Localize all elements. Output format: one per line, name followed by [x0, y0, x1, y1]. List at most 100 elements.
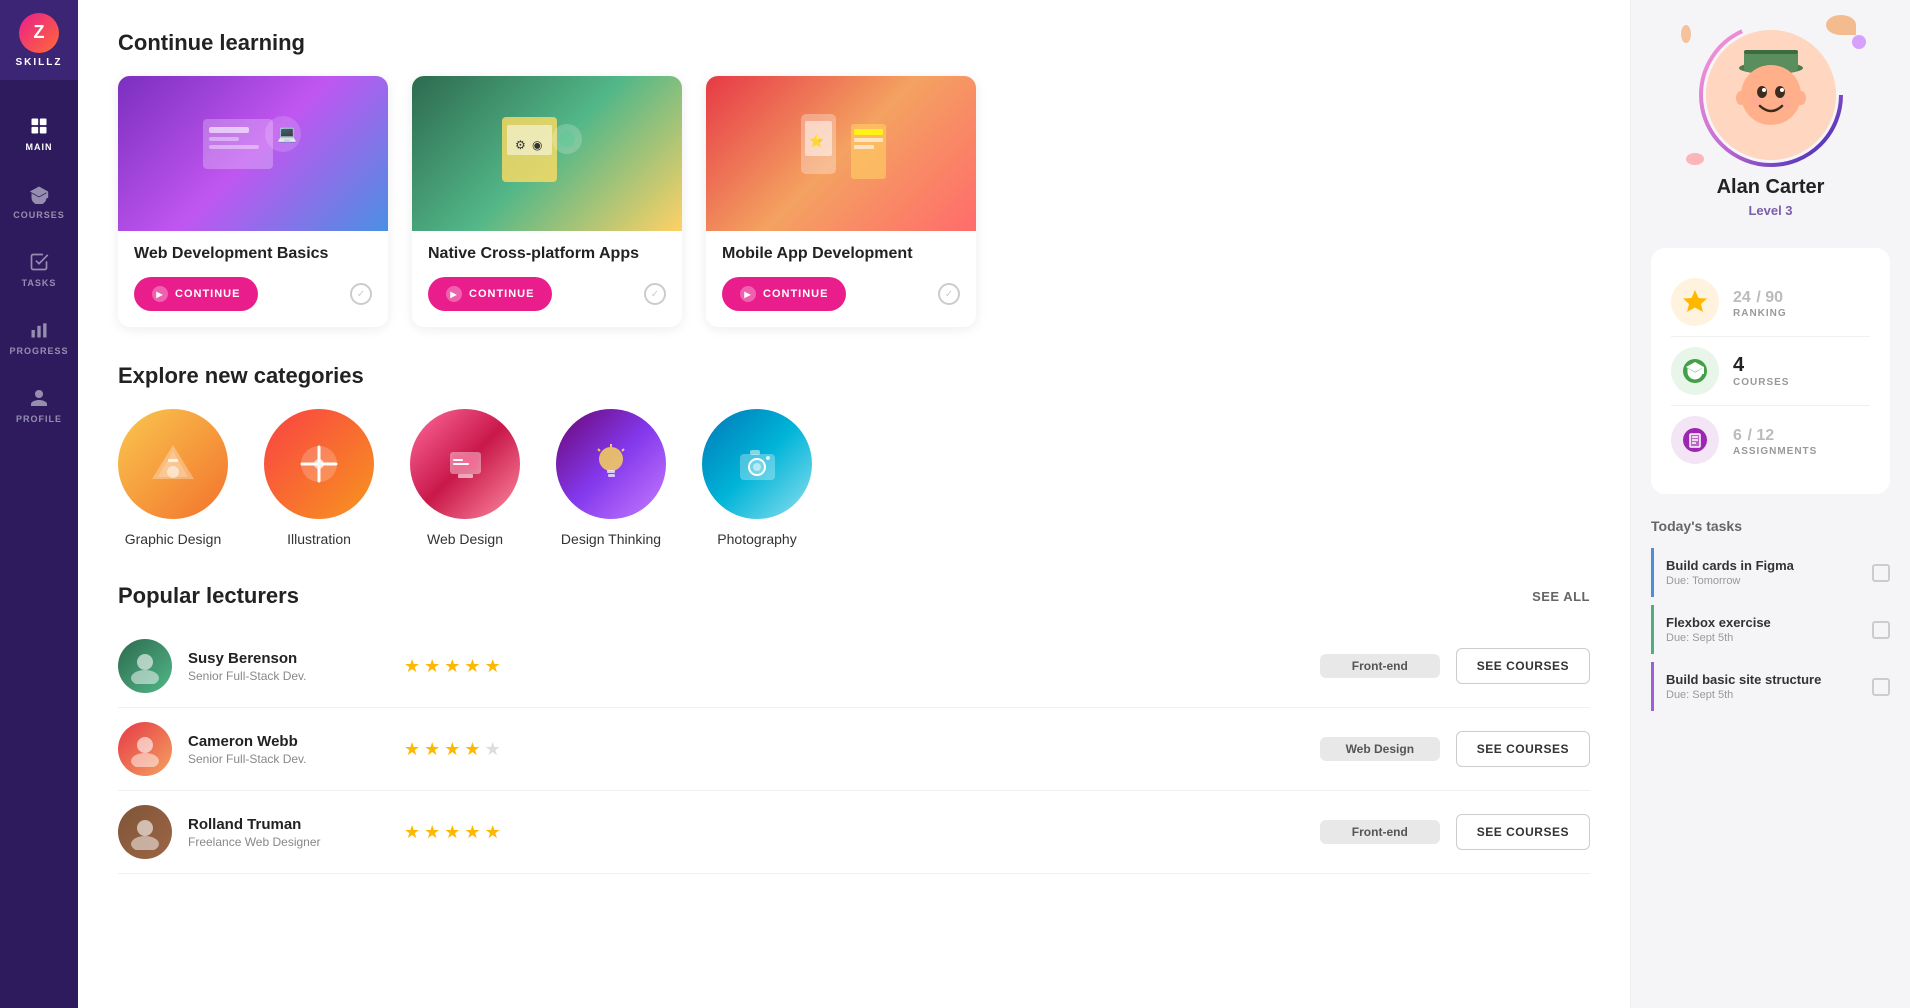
- task-name-3: Build basic site structure: [1666, 672, 1862, 687]
- see-courses-rolland[interactable]: SEE COURSES: [1456, 814, 1590, 850]
- courses-value: 4: [1733, 354, 1789, 377]
- lecturer-avatar-rolland: [118, 805, 172, 859]
- sidebar-item-profile-label: PROFILE: [16, 414, 62, 424]
- lecturers-header: Popular lecturers SEE ALL: [118, 583, 1590, 609]
- stars-rolland: ★★★★★: [404, 822, 1304, 843]
- stat-row-assignments: 6 / 12 ASSIGNMENTS: [1671, 406, 1870, 474]
- ranking-value: 24 / 90: [1733, 285, 1787, 308]
- task-checkbox-2[interactable]: [1872, 621, 1890, 639]
- task-name-2: Flexbox exercise: [1666, 615, 1862, 630]
- sidebar-item-profile[interactable]: PROFILE: [0, 372, 78, 440]
- task-info-2: Flexbox exercise Due: Sept 5th: [1666, 615, 1862, 644]
- lecturer-role-rolland: Freelance Web Designer: [188, 835, 388, 849]
- person-icon: [29, 388, 49, 408]
- sidebar-item-progress[interactable]: PROGRESS: [0, 304, 78, 372]
- lecturers-section: Popular lecturers SEE ALL Susy Berenson …: [118, 583, 1590, 874]
- sidebar-logo[interactable]: Z SKILLZ: [0, 0, 78, 80]
- course-card-footer-mobile-dev: ▶ CONTINUE ✓: [722, 277, 960, 311]
- task-info-3: Build basic site structure Due: Sept 5th: [1666, 672, 1862, 701]
- profile-avatar-wrap: [1706, 30, 1836, 160]
- continue-button-mobile-dev[interactable]: ▶ CONTINUE: [722, 277, 846, 311]
- sidebar-item-main[interactable]: MAIN: [0, 100, 78, 168]
- svg-text:💻: 💻: [277, 126, 297, 143]
- category-icon-design-thinking: [556, 409, 666, 519]
- course-card-body-mobile-dev: Mobile App Development ▶ CONTINUE ✓: [706, 231, 976, 327]
- course-card-footer-web-dev: ▶ CONTINUE ✓: [134, 277, 372, 311]
- lecturer-row-susy: Susy Berenson Senior Full-Stack Dev. ★★★…: [118, 625, 1590, 708]
- task-item-1: Build cards in Figma Due: Tomorrow: [1651, 548, 1890, 597]
- svg-text:◉: ◉: [532, 138, 542, 152]
- tag-rolland: Front-end: [1320, 820, 1440, 844]
- continue-button-native-apps[interactable]: ▶ CONTINUE: [428, 277, 552, 311]
- continue-learning-title: Continue learning: [118, 30, 1590, 56]
- check-icon-mobile-dev: ✓: [938, 283, 960, 305]
- task-due-1: Due: Tomorrow: [1666, 575, 1862, 587]
- task-checkbox-1[interactable]: [1872, 564, 1890, 582]
- check-icon-web-dev: ✓: [350, 283, 372, 305]
- explore-section: Explore new categories Graphic Design: [118, 363, 1590, 547]
- grid-icon: [29, 116, 49, 136]
- tag-cameron: Web Design: [1320, 737, 1440, 761]
- courses-stat-info: 4 COURSES: [1733, 354, 1789, 388]
- category-graphic-design[interactable]: Graphic Design: [118, 409, 228, 547]
- categories-grid: Graphic Design Illustration: [118, 409, 1590, 547]
- app-name: SKILLZ: [16, 57, 63, 68]
- continue-button-web-dev[interactable]: ▶ CONTINUE: [134, 277, 258, 311]
- lecturer-info-rolland: Rolland Truman Freelance Web Designer: [188, 816, 388, 849]
- lecturer-role-susy: Senior Full-Stack Dev.: [188, 669, 388, 683]
- lecturer-row-rolland: Rolland Truman Freelance Web Designer ★★…: [118, 791, 1590, 874]
- stat-row-courses: 4 COURSES: [1671, 337, 1870, 406]
- category-design-thinking[interactable]: Design Thinking: [556, 409, 666, 547]
- sidebar-item-progress-label: PROGRESS: [9, 346, 68, 356]
- category-icon-web-design: [410, 409, 520, 519]
- task-checkbox-3[interactable]: [1872, 678, 1890, 696]
- lecturer-name-susy: Susy Berenson: [188, 650, 388, 667]
- see-all-lecturers[interactable]: SEE ALL: [1532, 589, 1590, 604]
- ranking-stat-info: 24 / 90 RANKING: [1733, 285, 1787, 319]
- right-panel: Alan Carter Level 3 24 / 90 RANKING: [1630, 0, 1910, 1008]
- ranking-icon: [1671, 278, 1719, 326]
- check-square-icon: [29, 252, 49, 272]
- sidebar-item-courses[interactable]: COURSES: [0, 168, 78, 236]
- sidebar: Z SKILLZ MAIN COURSES TASKS: [0, 0, 78, 1008]
- stats-section: 24 / 90 RANKING 4 COURSES: [1651, 248, 1890, 494]
- lecturer-info-susy: Susy Berenson Senior Full-Stack Dev.: [188, 650, 388, 683]
- tag-susy: Front-end: [1320, 654, 1440, 678]
- assignments-value: 6 / 12: [1733, 423, 1817, 446]
- course-card-native-apps: ⚙ ◉ Native Cross-platform Apps ▶ CONTINU…: [412, 76, 682, 327]
- category-icon-illustration: [264, 409, 374, 519]
- task-name-1: Build cards in Figma: [1666, 558, 1862, 573]
- lecturer-row-cameron: Cameron Webb Senior Full-Stack Dev. ★★★★…: [118, 708, 1590, 791]
- category-photography[interactable]: Photography: [702, 409, 812, 547]
- play-icon-2: ▶: [446, 286, 462, 302]
- course-card-body-web-dev: Web Development Basics ▶ CONTINUE ✓: [118, 231, 388, 327]
- see-courses-susy[interactable]: SEE COURSES: [1456, 648, 1590, 684]
- profile-avatar: [1706, 30, 1836, 160]
- sidebar-item-tasks[interactable]: TASKS: [0, 236, 78, 304]
- course-image-web-dev: 💻: [118, 76, 388, 231]
- courses-icon: [1671, 347, 1719, 395]
- assignments-icon: [1671, 416, 1719, 464]
- lecturer-name-cameron: Cameron Webb: [188, 733, 388, 750]
- course-card-body-native-apps: Native Cross-platform Apps ▶ CONTINUE ✓: [412, 231, 682, 327]
- tasks-section: Today's tasks Build cards in Figma Due: …: [1651, 518, 1890, 719]
- stat-row-ranking: 24 / 90 RANKING: [1671, 268, 1870, 337]
- tasks-title: Today's tasks: [1651, 518, 1890, 534]
- category-icon-graphic-design: [118, 409, 228, 519]
- bar-chart-icon: [29, 320, 49, 340]
- category-web-design[interactable]: Web Design: [410, 409, 520, 547]
- task-due-2: Due: Sept 5th: [1666, 632, 1862, 644]
- course-image-mobile-dev: ⭐: [706, 76, 976, 231]
- sidebar-item-main-label: MAIN: [26, 142, 53, 152]
- ranking-label: RANKING: [1733, 308, 1787, 319]
- courses-label: COURSES: [1733, 377, 1789, 388]
- course-cards-list: 💻 Web Development Basics ▶ CONTINUE ✓: [118, 76, 1590, 327]
- category-illustration[interactable]: Illustration: [264, 409, 374, 547]
- svg-text:⭐: ⭐: [809, 134, 824, 148]
- continue-learning-section: Continue learning 💻 Web Development Basi…: [118, 30, 1590, 327]
- stars-susy: ★★★★★: [404, 656, 1304, 677]
- explore-title: Explore new categories: [118, 363, 1590, 389]
- see-courses-cameron[interactable]: SEE COURSES: [1456, 731, 1590, 767]
- profile-level: Level 3: [1748, 203, 1792, 218]
- lecturer-info-cameron: Cameron Webb Senior Full-Stack Dev.: [188, 733, 388, 766]
